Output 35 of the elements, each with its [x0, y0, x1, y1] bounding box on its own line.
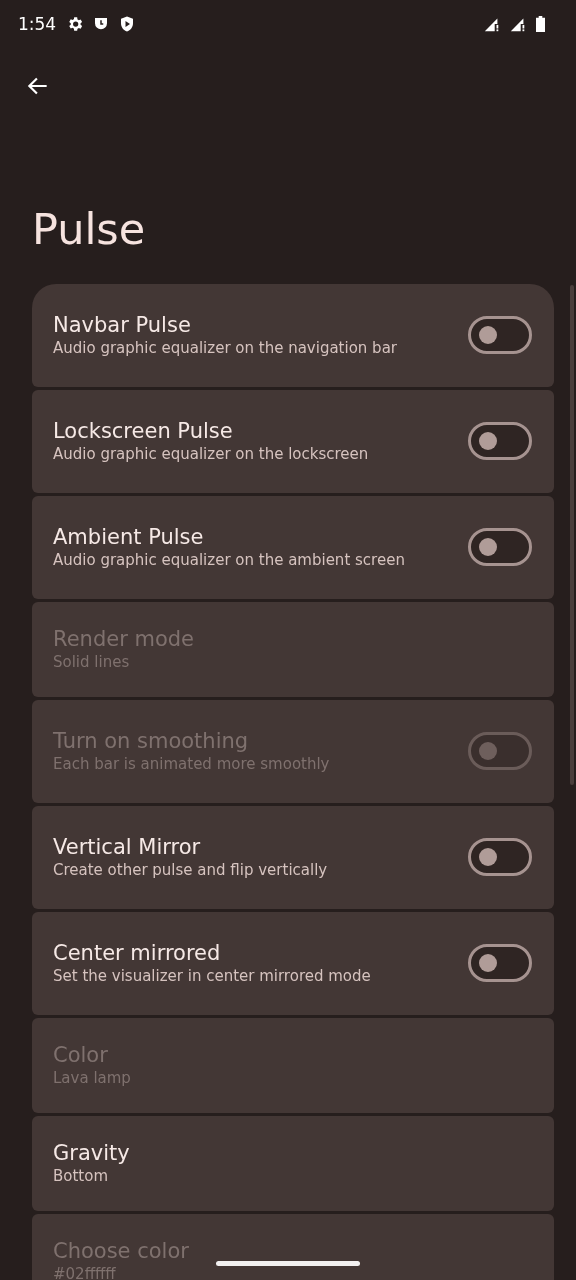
gear-icon — [66, 15, 85, 33]
toggle-switch[interactable] — [468, 838, 532, 877]
page-title: Pulse — [31, 203, 147, 256]
setting-summary: Audio graphic equalizer on the navigation bar — [53, 339, 397, 358]
setting-title: Ambient Pulse — [53, 525, 204, 550]
setting-summary: Bottom — [53, 1167, 109, 1186]
setting-summary: Set the visualizer in center mirrored mode — [53, 967, 371, 986]
setting-summary: Solid lines — [53, 653, 130, 672]
setting-summary: Audio graphic equalizer on the ambient screen — [53, 551, 405, 570]
setting-item[interactable]: Center mirrored Set the visualizer in center mirrored mode — [32, 911, 554, 1015]
setting-summary: Lava lamp — [53, 1069, 131, 1088]
setting-summary: Create other pulse and flip vertically — [53, 861, 328, 880]
setting-title: Color — [53, 1043, 108, 1068]
setting-summary: Audio graphic equalizer on the lockscreen — [53, 445, 369, 464]
setting-title: Lockscreen Pulse — [53, 419, 233, 444]
toggle-switch[interactable] — [468, 422, 532, 461]
setting-item[interactable]: Gravity Bottom — [32, 1115, 554, 1211]
setting-summary: #02ffffff — [53, 1265, 116, 1280]
setting-title: Turn on smoothing — [53, 729, 249, 754]
setting-item[interactable]: Lockscreen Pulse Audio graphic equalizer on the lockscreen — [32, 389, 554, 493]
setting-title: Center mirrored — [53, 941, 221, 966]
setting-item[interactable]: Ambient Pulse Audio graphic equalizer on the ambient screen — [32, 495, 554, 599]
setting-title: Choose color — [53, 1239, 189, 1264]
toggle-switch[interactable] — [468, 944, 532, 983]
setting-title: Vertical Mirror — [53, 835, 201, 860]
setting-title: Gravity — [53, 1141, 130, 1166]
status-time: 1:54 — [18, 14, 57, 34]
battery-icon — [535, 15, 546, 33]
toggle-switch[interactable] — [468, 528, 532, 567]
setting-title: Navbar Pulse — [53, 313, 191, 338]
setting-item[interactable]: Navbar Pulse Audio graphic equalizer on the navigation bar — [32, 283, 554, 387]
toggle-switch[interactable] — [468, 316, 532, 355]
setting-title: Render mode — [53, 627, 194, 652]
setting-item[interactable]: Vertical Mirror Create other pulse and flip vertically — [32, 805, 554, 909]
setting-summary: Each bar is animated more smoothly — [53, 755, 330, 774]
